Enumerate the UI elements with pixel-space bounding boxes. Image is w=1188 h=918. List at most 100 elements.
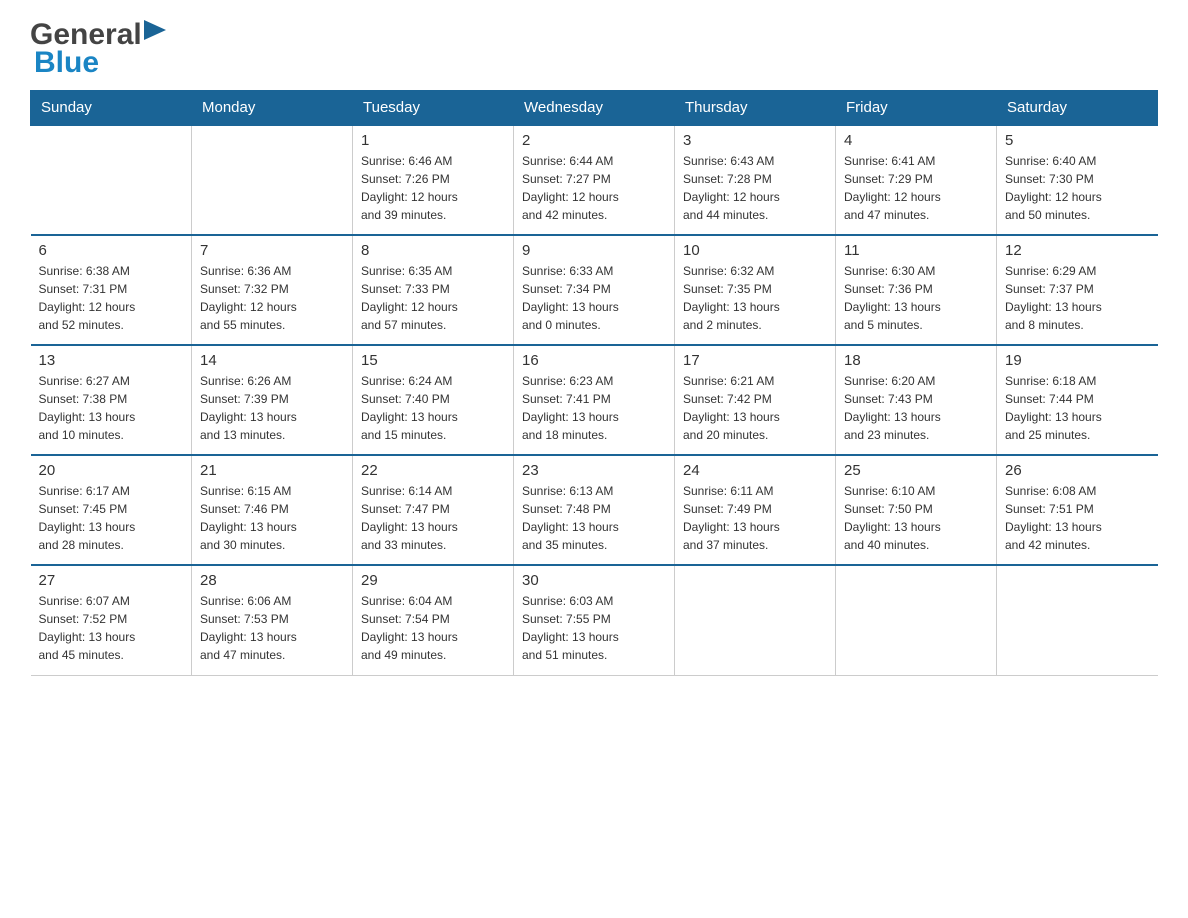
day-number: 4 (844, 132, 988, 149)
calendar-cell (997, 565, 1158, 675)
calendar-cell (192, 125, 353, 235)
day-number: 23 (522, 462, 666, 479)
calendar-cell: 10 Sunrise: 6:32 AMSunset: 7:35 PMDayligh… (675, 235, 836, 345)
day-info: Sunrise: 6:07 AMSunset: 7:52 PMDaylight:… (39, 592, 184, 664)
day-number: 15 (361, 352, 505, 369)
day-info: Sunrise: 6:26 AMSunset: 7:39 PMDaylight:… (200, 372, 344, 444)
weekday-header-saturday: Saturday (997, 91, 1158, 126)
day-number: 7 (200, 242, 344, 259)
day-info: Sunrise: 6:20 AMSunset: 7:43 PMDaylight:… (844, 372, 988, 444)
day-info: Sunrise: 6:46 AMSunset: 7:26 PMDaylight:… (361, 152, 505, 224)
day-info: Sunrise: 6:11 AMSunset: 7:49 PMDaylight:… (683, 482, 827, 554)
calendar-cell: 28 Sunrise: 6:06 AMSunset: 7:53 PMDayligh… (192, 565, 353, 675)
day-info: Sunrise: 6:06 AMSunset: 7:53 PMDaylight:… (200, 592, 344, 664)
day-number: 25 (844, 462, 988, 479)
day-number: 28 (200, 572, 344, 589)
day-info: Sunrise: 6:13 AMSunset: 7:48 PMDaylight:… (522, 482, 666, 554)
weekday-header-wednesday: Wednesday (514, 91, 675, 126)
day-info: Sunrise: 6:18 AMSunset: 7:44 PMDaylight:… (1005, 372, 1150, 444)
page-header: General Blue (30, 20, 1158, 80)
calendar-cell: 13Sunrise: 6:27 AMSunset: 7:38 PMDayligh… (31, 345, 192, 455)
day-info: Sunrise: 6:38 AMSunset: 7:31 PMDaylight:… (39, 262, 184, 334)
week-row-3: 13Sunrise: 6:27 AMSunset: 7:38 PMDayligh… (31, 345, 1158, 455)
calendar-cell: 22 Sunrise: 6:14 AMSunset: 7:47 PMDayligh… (353, 455, 514, 565)
calendar-cell: 27 Sunrise: 6:07 AMSunset: 7:52 PMDayligh… (31, 565, 192, 675)
weekday-header-friday: Friday (836, 91, 997, 126)
day-number: 29 (361, 572, 505, 589)
day-number: 20 (39, 462, 184, 479)
day-info: Sunrise: 6:30 AMSunset: 7:36 PMDaylight:… (844, 262, 988, 334)
day-info: Sunrise: 6:03 AMSunset: 7:55 PMDaylight:… (522, 592, 666, 664)
day-number: 21 (200, 462, 344, 479)
day-info: Sunrise: 6:44 AMSunset: 7:27 PMDaylight:… (522, 152, 666, 224)
calendar-cell: 23 Sunrise: 6:13 AMSunset: 7:48 PMDayligh… (514, 455, 675, 565)
day-number: 10 (683, 242, 827, 259)
day-number: 1 (361, 132, 505, 149)
day-info: Sunrise: 6:35 AMSunset: 7:33 PMDaylight:… (361, 262, 505, 334)
calendar-cell: 17Sunrise: 6:21 AMSunset: 7:42 PMDayligh… (675, 345, 836, 455)
calendar-table: SundayMondayTuesdayWednesdayThursdayFrid… (30, 90, 1158, 676)
day-number: 18 (844, 352, 988, 369)
day-number: 22 (361, 462, 505, 479)
day-number: 6 (39, 242, 184, 259)
calendar-cell: 6 Sunrise: 6:38 AMSunset: 7:31 PMDaylight… (31, 235, 192, 345)
calendar-cell: 21 Sunrise: 6:15 AMSunset: 7:46 PMDayligh… (192, 455, 353, 565)
calendar-cell: 25 Sunrise: 6:10 AMSunset: 7:50 PMDayligh… (836, 455, 997, 565)
day-number: 26 (1005, 462, 1150, 479)
day-number: 24 (683, 462, 827, 479)
weekday-header-sunday: Sunday (31, 91, 192, 126)
calendar-cell: 7 Sunrise: 6:36 AMSunset: 7:32 PMDaylight… (192, 235, 353, 345)
calendar-cell: 2Sunrise: 6:44 AMSunset: 7:27 PMDaylight… (514, 125, 675, 235)
day-number: 8 (361, 242, 505, 259)
day-info: Sunrise: 6:23 AMSunset: 7:41 PMDaylight:… (522, 372, 666, 444)
day-number: 9 (522, 242, 666, 259)
calendar-cell: 11 Sunrise: 6:30 AMSunset: 7:36 PMDayligh… (836, 235, 997, 345)
calendar-cell: 9Sunrise: 6:33 AMSunset: 7:34 PMDaylight… (514, 235, 675, 345)
week-row-2: 6 Sunrise: 6:38 AMSunset: 7:31 PMDaylight… (31, 235, 1158, 345)
calendar-cell: 24 Sunrise: 6:11 AMSunset: 7:49 PMDayligh… (675, 455, 836, 565)
calendar-cell: 12Sunrise: 6:29 AMSunset: 7:37 PMDayligh… (997, 235, 1158, 345)
day-info: Sunrise: 6:36 AMSunset: 7:32 PMDaylight:… (200, 262, 344, 334)
day-number: 13 (39, 352, 184, 369)
calendar-cell: 15 Sunrise: 6:24 AMSunset: 7:40 PMDayligh… (353, 345, 514, 455)
calendar-cell: 29 Sunrise: 6:04 AMSunset: 7:54 PMDayligh… (353, 565, 514, 675)
day-info: Sunrise: 6:24 AMSunset: 7:40 PMDaylight:… (361, 372, 505, 444)
day-info: Sunrise: 6:17 AMSunset: 7:45 PMDaylight:… (39, 482, 184, 554)
calendar-cell: 3Sunrise: 6:43 AMSunset: 7:28 PMDaylight… (675, 125, 836, 235)
calendar-cell: 5 Sunrise: 6:40 AMSunset: 7:30 PMDaylight… (997, 125, 1158, 235)
week-row-4: 20 Sunrise: 6:17 AMSunset: 7:45 PMDayligh… (31, 455, 1158, 565)
day-number: 17 (683, 352, 827, 369)
calendar-cell (836, 565, 997, 675)
logo-blue-part: Blue (34, 46, 99, 79)
week-row-5: 27 Sunrise: 6:07 AMSunset: 7:52 PMDayligh… (31, 565, 1158, 675)
week-row-1: 1 Sunrise: 6:46 AMSunset: 7:26 PMDaylight… (31, 125, 1158, 235)
calendar-cell: 30 Sunrise: 6:03 AMSunset: 7:55 PMDayligh… (514, 565, 675, 675)
day-number: 16 (522, 352, 666, 369)
day-info: Sunrise: 6:10 AMSunset: 7:50 PMDaylight:… (844, 482, 988, 554)
day-number: 27 (39, 572, 184, 589)
day-number: 11 (844, 242, 988, 259)
weekday-header-thursday: Thursday (675, 91, 836, 126)
day-info: Sunrise: 6:40 AMSunset: 7:30 PMDaylight:… (1005, 152, 1150, 224)
day-info: Sunrise: 6:08 AMSunset: 7:51 PMDaylight:… (1005, 482, 1150, 554)
day-info: Sunrise: 6:15 AMSunset: 7:46 PMDaylight:… (200, 482, 344, 554)
calendar-cell: 4 Sunrise: 6:41 AMSunset: 7:29 PMDaylight… (836, 125, 997, 235)
logo: General Blue (30, 20, 168, 80)
day-number: 5 (1005, 132, 1150, 149)
day-info: Sunrise: 6:32 AMSunset: 7:35 PMDaylight:… (683, 262, 827, 334)
logo-flag-icon (144, 20, 166, 50)
calendar-cell: 16 Sunrise: 6:23 AMSunset: 7:41 PMDayligh… (514, 345, 675, 455)
day-info: Sunrise: 6:43 AMSunset: 7:28 PMDaylight:… (683, 152, 827, 224)
day-info: Sunrise: 6:41 AMSunset: 7:29 PMDaylight:… (844, 152, 988, 224)
day-number: 30 (522, 572, 666, 589)
calendar-cell: 1 Sunrise: 6:46 AMSunset: 7:26 PMDaylight… (353, 125, 514, 235)
day-info: Sunrise: 6:04 AMSunset: 7:54 PMDaylight:… (361, 592, 505, 664)
weekday-header-tuesday: Tuesday (353, 91, 514, 126)
calendar-cell: 19 Sunrise: 6:18 AMSunset: 7:44 PMDayligh… (997, 345, 1158, 455)
calendar-cell: 8 Sunrise: 6:35 AMSunset: 7:33 PMDaylight… (353, 235, 514, 345)
day-info: Sunrise: 6:14 AMSunset: 7:47 PMDaylight:… (361, 482, 505, 554)
calendar-cell (31, 125, 192, 235)
weekday-header-row: SundayMondayTuesdayWednesdayThursdayFrid… (31, 91, 1158, 126)
calendar-cell: 18 Sunrise: 6:20 AMSunset: 7:43 PMDayligh… (836, 345, 997, 455)
day-number: 19 (1005, 352, 1150, 369)
